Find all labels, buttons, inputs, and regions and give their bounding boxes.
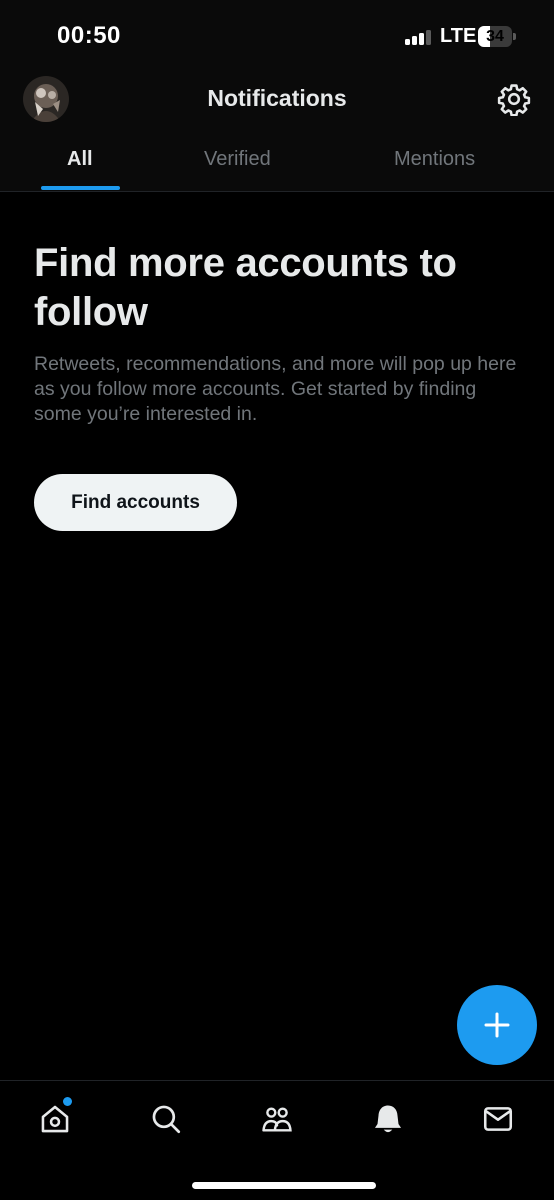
notification-tabs: All Verified Mentions <box>0 142 554 192</box>
find-accounts-button[interactable]: Find accounts <box>34 474 237 531</box>
tab-mentions[interactable]: Mentions <box>394 148 475 171</box>
active-tab-indicator <box>41 186 120 190</box>
settings-button[interactable] <box>497 82 531 117</box>
battery-percent: 34 <box>486 28 504 45</box>
empty-state-description: Retweets, recommendations, and more will… <box>34 353 517 425</box>
notifications-screen: 00:50 LTE 34 Notifications All Verified … <box>0 0 554 1200</box>
compose-button[interactable] <box>457 985 537 1065</box>
status-bar: 00:50 LTE 34 <box>0 0 554 72</box>
tab-all[interactable]: All <box>67 148 93 171</box>
plus-icon <box>484 1012 510 1038</box>
nav-communities[interactable] <box>255 1097 299 1141</box>
battery-icon: 34 <box>478 26 516 47</box>
status-time: 00:50 <box>57 22 121 49</box>
search-icon <box>152 1105 181 1134</box>
communities-icon <box>262 1107 292 1132</box>
empty-state-title: Find more accounts to follow <box>34 241 457 334</box>
mail-icon <box>483 1107 513 1131</box>
nav-notifications[interactable] <box>366 1097 410 1141</box>
unread-dot <box>63 1097 72 1106</box>
bell-icon <box>374 1105 402 1133</box>
home-indicator <box>192 1182 376 1189</box>
notifications-header: Notifications All Verified Mentions <box>0 72 554 192</box>
nav-home[interactable] <box>33 1097 77 1141</box>
signal-icon <box>405 29 435 45</box>
nav-search[interactable] <box>144 1097 188 1141</box>
gear-icon <box>497 84 531 117</box>
network-type: LTE <box>440 25 477 47</box>
home-icon <box>41 1105 69 1133</box>
bottom-nav <box>0 1080 554 1200</box>
page-title: Notifications <box>207 85 347 111</box>
nav-messages[interactable] <box>476 1097 520 1141</box>
tab-verified[interactable]: Verified <box>204 148 271 171</box>
